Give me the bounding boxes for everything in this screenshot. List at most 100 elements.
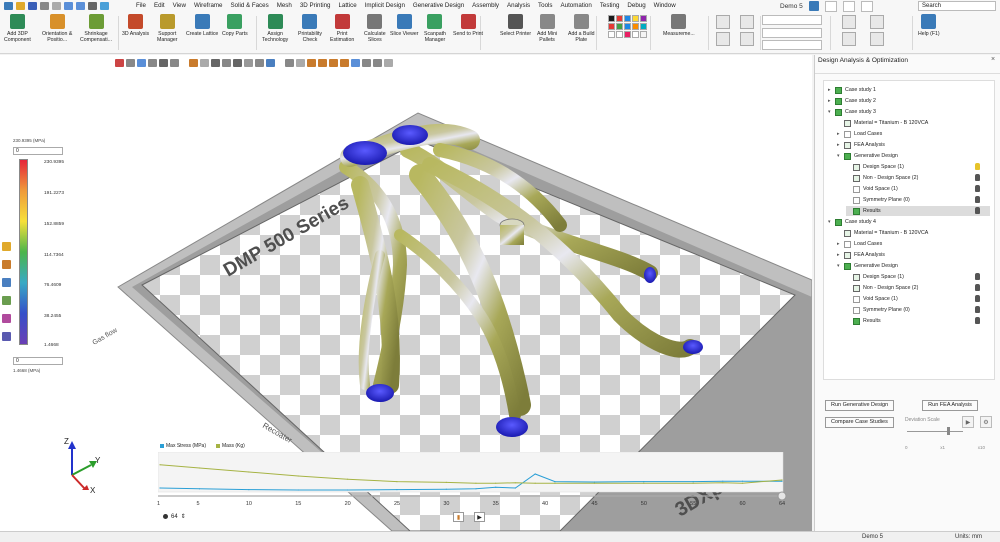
new-file-icon[interactable] [4,2,13,10]
tree-node[interactable]: Design Space (1) [846,272,990,282]
view-toolbar-icon[interactable] [126,59,135,67]
tree-node[interactable]: Material = Titanium - B 120VCA [837,228,990,238]
view-tool-icon[interactable] [842,32,856,46]
panel-close-button[interactable]: × [991,56,995,63]
view-tool-icon[interactable] [740,32,754,46]
visibility-bulb-icon[interactable] [975,196,980,203]
visibility-bulb-icon[interactable] [975,284,980,291]
collapse-icon[interactable]: ▾ [837,153,842,159]
color-swatch[interactable] [608,31,615,38]
menu-3d-printing[interactable]: 3D Printing [296,0,335,12]
tree-node[interactable]: ▾ Case study 3 [828,107,990,117]
view-toolbar-icon[interactable] [211,59,220,67]
expand-icon[interactable]: ▸ [837,252,842,258]
view-toolbar-icon[interactable] [222,59,231,67]
ribbon-dropdown[interactable] [762,15,822,25]
color-swatch[interactable] [608,15,615,22]
print-icon[interactable] [40,2,49,10]
select-icon[interactable] [88,2,97,10]
tree-node[interactable]: ▾ Generative Design [837,151,990,161]
view-toolbar-icon[interactable] [362,59,371,67]
menu-assembly[interactable]: Assembly [468,0,503,12]
save-icon[interactable] [28,2,37,10]
expand-icon[interactable]: ▸ [837,241,842,247]
view-toolbar-icon[interactable] [296,59,305,67]
view-toolbar-icon[interactable] [148,59,157,67]
view-toolbar-icon[interactable] [266,59,275,67]
technology-button[interactable]: Assign Technology [262,14,288,43]
close-window-button[interactable] [860,0,873,12]
menu-testing[interactable]: Testing [596,0,624,12]
menu-file[interactable]: File [132,0,150,12]
view-toolbar-icon[interactable] [373,59,382,67]
run-fea-analysis-button[interactable]: Run FEA Analysis [922,400,978,411]
add-component-button[interactable]: Add 3DP Component [4,14,31,43]
view-toolbar-icon[interactable] [351,59,360,67]
copy-button[interactable]: Copy Parts [222,14,248,37]
printer-button[interactable]: Select Printer [500,14,531,37]
printability-button[interactable]: Printability Check [298,14,322,43]
tree-node[interactable]: Void Space (1) [846,184,990,194]
view-toolbar-icon[interactable] [233,59,242,67]
color-swatch[interactable] [616,15,623,22]
support-button[interactable]: Support Manager [157,14,177,43]
estimation-button[interactable]: Print Estimation [330,14,354,43]
view-toolbar-icon[interactable] [115,59,124,67]
tree-node[interactable]: ▾ Case study 4 [828,217,990,227]
expand-icon[interactable]: ▸ [837,142,842,148]
view-toolbar-icon[interactable] [255,59,264,67]
shrinkage-button[interactable]: Shrinkage Compensati... [80,14,112,43]
color-swatch[interactable] [616,23,623,30]
analysis-button[interactable]: 3D Analysis [122,14,149,37]
view-toolbar-icon[interactable] [340,59,349,67]
visibility-bulb-icon[interactable] [975,306,980,313]
deviation-play-button[interactable]: ▶ [962,416,974,428]
menu-solid-faces[interactable]: Solid & Faces [227,0,273,12]
expand-icon[interactable]: ▸ [828,87,833,93]
tree-node[interactable]: ▾ Generative Design [837,261,990,271]
ribbon-dropdown[interactable] [762,40,822,50]
tree-node[interactable]: Results [846,206,990,216]
legend-min-input[interactable]: 0 [13,357,63,365]
color-swatch[interactable] [624,23,631,30]
tree-node[interactable]: Symmetry Plane (0) [846,195,990,205]
maximize-button[interactable] [842,0,855,12]
tree-node[interactable]: ▸ FEA Analysis [837,140,990,150]
view-tool-icon[interactable] [716,32,730,46]
view-toolbar-icon[interactable] [329,59,338,67]
layer-control[interactable]: 64 ⇕ [163,513,186,520]
viewer-button[interactable]: Slice Viewer [390,14,418,37]
open-file-icon[interactable] [16,2,25,10]
3d-viewport[interactable]: DMP 500 Series 3DXpert Gas flow Recoater [0,55,812,531]
menu-view[interactable]: View [169,0,190,12]
menu-tools[interactable]: Tools [534,0,556,12]
search-input[interactable]: Search [918,1,996,11]
menu-debug[interactable]: Debug [623,0,649,12]
color-swatch[interactable] [624,31,631,38]
undo-icon[interactable] [64,2,73,10]
menu-window[interactable]: Window [650,0,680,12]
chart-slider-thumb[interactable] [777,491,787,500]
view-toolbar-icon[interactable] [384,59,393,67]
view-toolbar-icon[interactable] [200,59,209,67]
view-toolbar-icon[interactable] [244,59,253,67]
menu-wireframe[interactable]: Wireframe [190,0,227,12]
color-swatch[interactable] [624,15,631,22]
menu-lattice[interactable]: Lattice [334,0,360,12]
view-toolbar-icon[interactable] [137,59,146,67]
view-toolbar-icon[interactable] [189,59,198,67]
view-tool-icon[interactable] [870,15,884,29]
color-swatch[interactable] [632,31,639,38]
menu-automation[interactable]: Automation [557,0,596,12]
help-button[interactable]: Help (F1) [918,14,940,37]
scanpath-button[interactable]: Scanpath Manager [424,14,446,43]
menu-edit[interactable]: Edit [150,0,169,12]
deviation-slider-track[interactable] [907,431,963,432]
tree-node[interactable]: ▸ Case study 1 [828,85,990,95]
color-swatch[interactable] [632,15,639,22]
color-swatch[interactable] [616,31,623,38]
menu-mesh[interactable]: Mesh [273,0,296,12]
tree-node[interactable]: Design Space (1) [846,162,990,172]
view-tool-icon[interactable] [842,15,856,29]
tree-node[interactable]: ▸ Case study 2 [828,96,990,106]
